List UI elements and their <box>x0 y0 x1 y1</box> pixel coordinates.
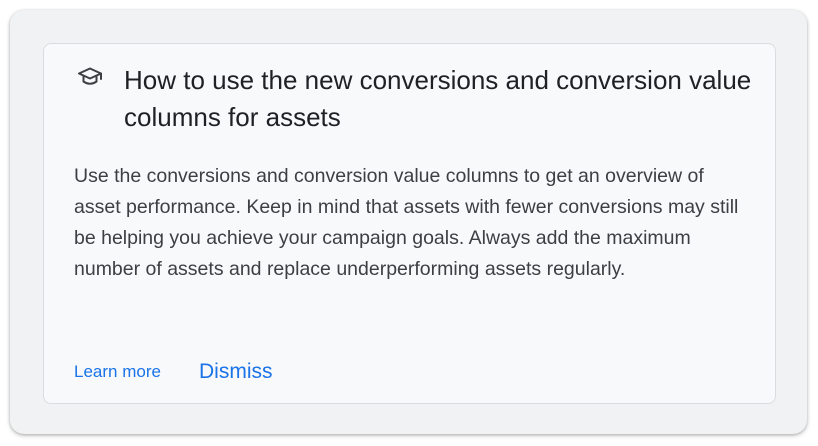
learn-more-link[interactable]: Learn more <box>74 360 161 384</box>
tip-title: How to use the new conversions and conve… <box>124 65 752 132</box>
tip-body-text: Use the conversions and conversion value… <box>74 165 739 280</box>
tip-panel: How to use the new conversions and conve… <box>10 10 807 434</box>
tip-card: How to use the new conversions and conve… <box>43 43 776 404</box>
graduation-cap-icon <box>77 66 103 90</box>
dismiss-button[interactable]: Dismiss <box>199 358 273 386</box>
